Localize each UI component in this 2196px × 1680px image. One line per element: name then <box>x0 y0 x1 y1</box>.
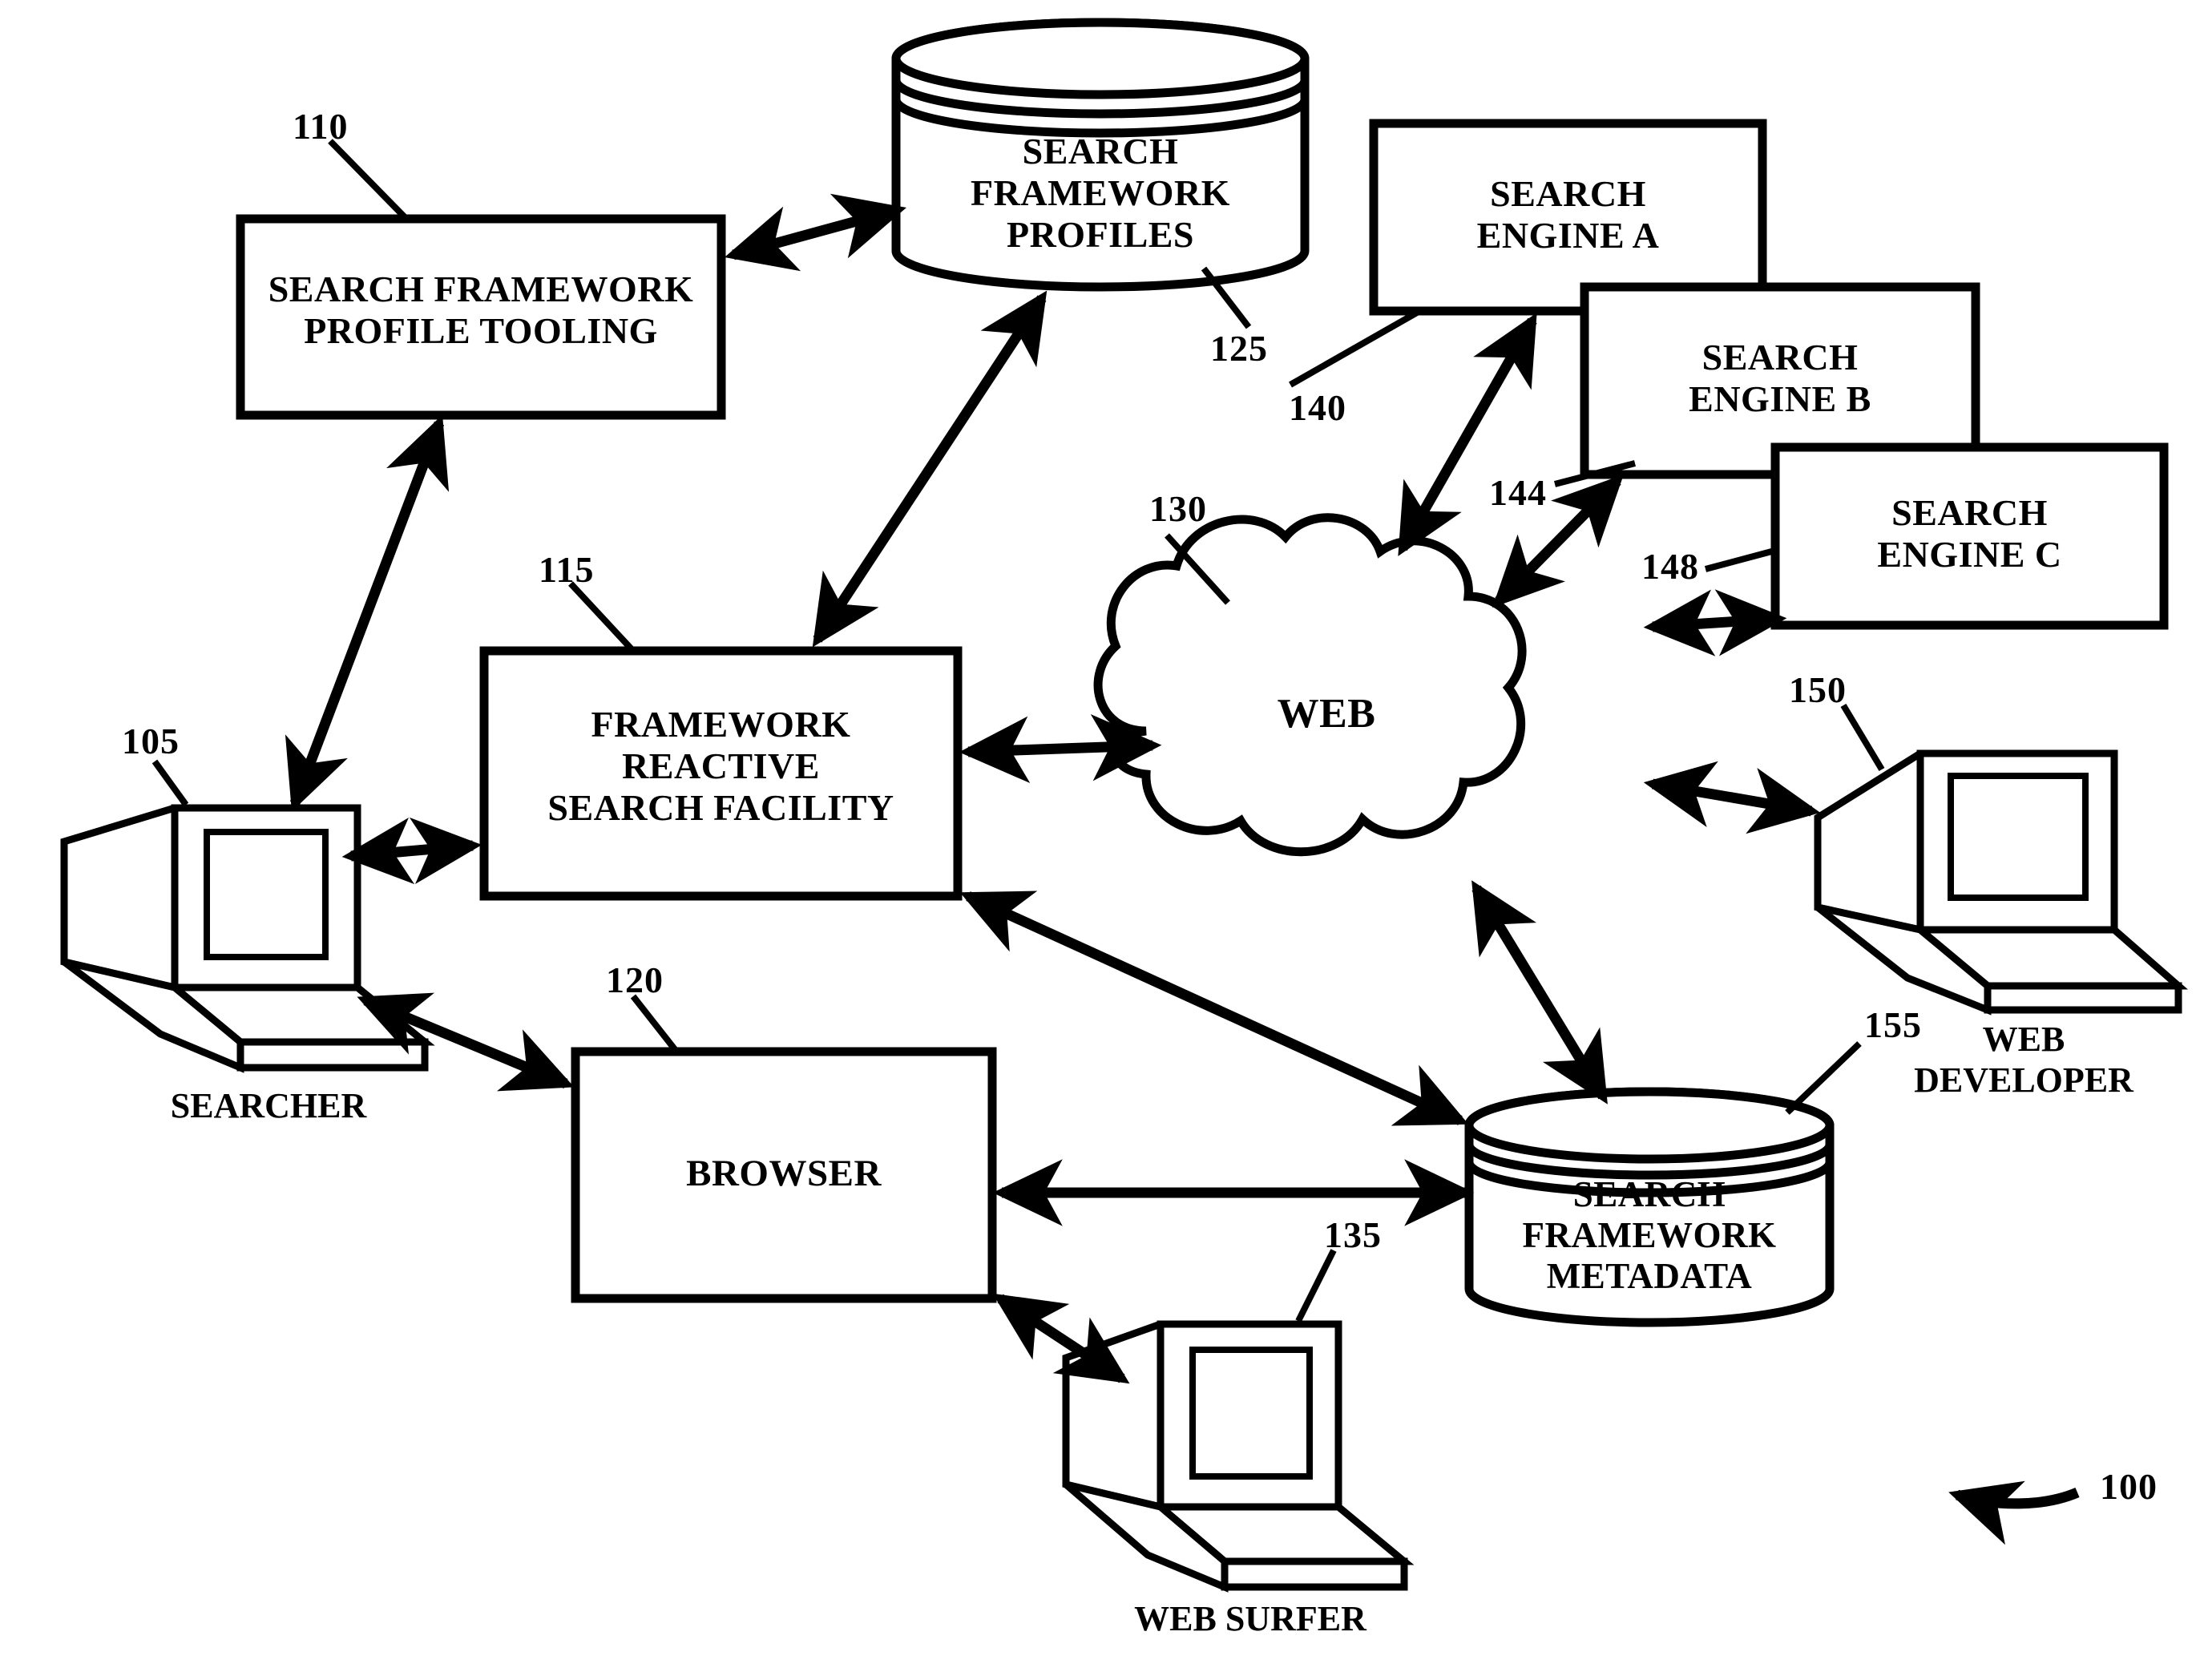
ref-148: 148 <box>1641 546 1699 587</box>
arrow-tooling-profiles <box>725 193 906 272</box>
ref-155: 155 <box>1864 1004 1922 1045</box>
ref-130: 130 <box>1149 488 1207 529</box>
ref-100-curve <box>1948 1480 2080 1545</box>
searcher-label: SEARCHER <box>170 1086 367 1125</box>
ref-115: 115 <box>539 549 595 590</box>
ref-105: 105 <box>122 721 180 761</box>
ref-135-leader <box>1295 1249 1337 1323</box>
web-cloud-shape <box>1093 513 1527 857</box>
ref-100: 100 <box>2100 1466 2158 1507</box>
ref-150-leader <box>1840 703 1885 772</box>
ref-120-leader <box>630 994 680 1055</box>
ref-148-leader <box>1704 547 1779 572</box>
browser-box <box>571 1047 997 1303</box>
diagram-vector-layer <box>60 18 2188 1593</box>
ref-140: 140 <box>1289 387 1346 428</box>
arrow-enginec-web <box>1643 589 1787 656</box>
profiles-cylinder <box>891 18 1310 292</box>
ref-144: 144 <box>1489 472 1547 513</box>
arrow-web-metadata <box>1471 880 1608 1105</box>
ref-110-leader <box>328 139 410 222</box>
arrow-webdev-web <box>1643 761 1821 834</box>
ref-120: 120 <box>606 959 664 1000</box>
ref-155-leader <box>1785 1041 1862 1115</box>
arrow-profiles-facility <box>812 290 1048 648</box>
figure-canvas: SEARCH FRAMEWORK PROFILE TOOLING SEARCH … <box>0 0 2196 1680</box>
arrow-facility-metadata <box>959 890 1469 1126</box>
ref-125: 125 <box>1210 328 1268 369</box>
ref-105-leader <box>151 759 189 807</box>
arrow-browser-surfer <box>992 1293 1130 1384</box>
search-facility-box <box>479 646 963 901</box>
ref-110: 110 <box>293 106 349 147</box>
web-developer-computer-shape <box>1814 749 2188 1016</box>
searcher-computer-shape <box>60 804 435 1073</box>
arrow-enginea-web <box>1398 313 1537 556</box>
ref-135: 135 <box>1324 1214 1382 1255</box>
profile-tooling-box <box>236 214 726 420</box>
arrow-facility-web <box>959 713 1162 784</box>
arrow-searcher-facility <box>341 817 482 885</box>
web-surfer-computer-shape <box>1062 1320 1415 1593</box>
ref-150: 150 <box>1789 669 1847 710</box>
ref-115-leader <box>568 581 636 653</box>
ref-140-leader <box>1289 309 1419 388</box>
metadata-cylinder <box>1464 1087 1835 1327</box>
search-engine-c-box <box>1770 442 2169 630</box>
web-surfer-label: WEB SURFER <box>1134 1599 1366 1638</box>
arrow-searcher-tooling <box>285 414 450 812</box>
